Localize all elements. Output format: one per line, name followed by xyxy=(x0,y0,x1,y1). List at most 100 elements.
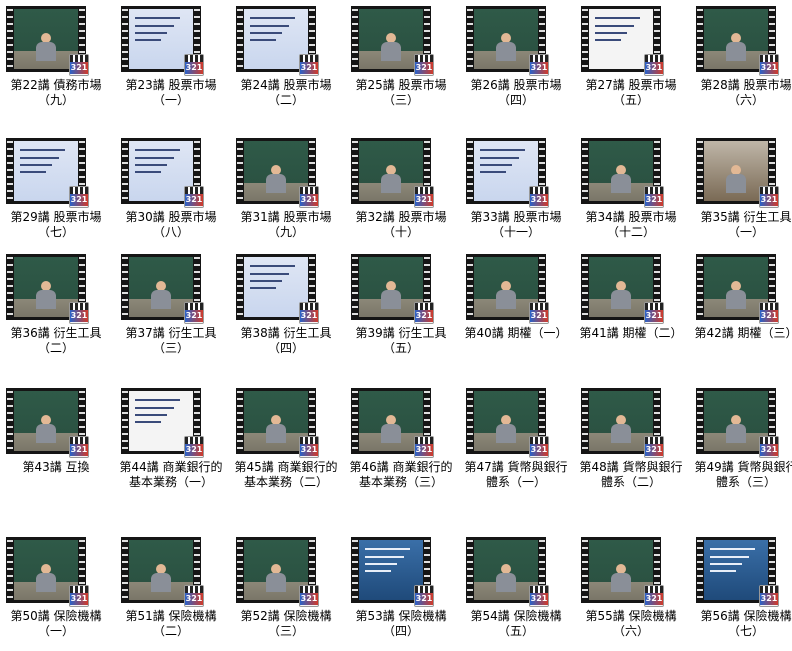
clapperboard-icon xyxy=(415,187,433,194)
lecturer-figure xyxy=(381,415,401,443)
video-thumbnail[interactable]: 321 xyxy=(466,254,549,324)
video-file-name[interactable]: 第24講 股票市場（二） xyxy=(230,78,342,108)
video-file-name[interactable]: 第39講 衍生工具（五） xyxy=(345,326,457,356)
video-thumbnail[interactable]: 321 xyxy=(6,537,89,607)
video-file-name[interactable]: 第50講 保險機構（一） xyxy=(0,609,112,639)
video-file-name[interactable]: 第36講 衍生工具（二） xyxy=(0,326,112,356)
video-thumbnail[interactable]: 321 xyxy=(121,537,204,607)
media-player-file-icon: 321 xyxy=(184,54,204,76)
video-thumbnail[interactable]: 321 xyxy=(351,254,434,324)
video-file-name[interactable]: 第51講 保險機構（二） xyxy=(115,609,227,639)
film-strip-edge xyxy=(237,254,243,320)
film-strip-edge xyxy=(352,537,358,603)
video-file-name[interactable]: 第44講 商業銀行的基本業務（一） xyxy=(115,460,227,490)
media-player-file-icon: 321 xyxy=(414,436,434,458)
video-file-name[interactable]: 第28講 股票市場（六） xyxy=(690,78,792,108)
video-file-name[interactable]: 第48講 貨幣與銀行體系（二） xyxy=(575,460,687,490)
video-thumbnail[interactable]: 321 xyxy=(696,537,779,607)
film-strip-edge xyxy=(697,537,703,603)
video-file-name[interactable]: 第29講 股票市場（七） xyxy=(0,210,112,240)
video-file-name[interactable]: 第22講 債務市場（九） xyxy=(0,78,112,108)
video-file-name[interactable]: 第41講 期權（二） xyxy=(575,326,687,341)
media-player-file-icon: 321 xyxy=(644,186,664,208)
lecturer-figure xyxy=(726,165,746,193)
clapperboard-icon xyxy=(185,303,203,310)
video-thumbnail[interactable]: 321 xyxy=(236,254,319,324)
media-player-file-icon: 321 xyxy=(759,186,779,208)
video-file-name[interactable]: 第49講 貨幣與銀行體系（三） xyxy=(690,460,792,490)
video-file-name[interactable]: 第38講 衍生工具（四） xyxy=(230,326,342,356)
video-file-name[interactable]: 第42講 期權（三） xyxy=(690,326,792,341)
video-file-name[interactable]: 第43講 互換 xyxy=(0,460,112,475)
video-file-name[interactable]: 第52講 保險機構（三） xyxy=(230,609,342,639)
slide-text-line xyxy=(20,156,59,159)
video-file-name[interactable]: 第31講 股票市場（九） xyxy=(230,210,342,240)
video-thumbnail[interactable]: 321 xyxy=(696,254,779,324)
video-thumbnail[interactable]: 321 xyxy=(581,254,664,324)
media-player-file-icon: 321 xyxy=(529,186,549,208)
clapperboard-icon xyxy=(530,437,548,444)
video-thumbnail[interactable]: 321 xyxy=(121,6,204,76)
video-thumbnail[interactable]: 321 xyxy=(121,254,204,324)
media-player-file-icon: 321 xyxy=(69,302,89,324)
logo-321-text: 321 xyxy=(300,593,318,605)
film-strip-edge xyxy=(352,6,358,72)
video-file-name[interactable]: 第23講 股票市場（一） xyxy=(115,78,227,108)
video-file-name[interactable]: 第25講 股票市場（三） xyxy=(345,78,457,108)
video-file-name[interactable]: 第45講 商業銀行的基本業務（二） xyxy=(230,460,342,490)
media-player-file-icon: 321 xyxy=(299,302,319,324)
video-thumbnail[interactable]: 321 xyxy=(236,537,319,607)
film-strip-edge xyxy=(352,254,358,320)
video-file-name[interactable]: 第30講 股票市場（八） xyxy=(115,210,227,240)
clapperboard-icon xyxy=(530,187,548,194)
video-thumbnail[interactable]: 321 xyxy=(581,138,664,208)
video-thumbnail[interactable]: 321 xyxy=(121,388,204,458)
video-file-name[interactable]: 第47講 貨幣與銀行體系（一） xyxy=(460,460,572,490)
video-thumbnail[interactable]: 321 xyxy=(236,138,319,208)
video-file-name[interactable]: 第40講 期權（一） xyxy=(460,326,572,341)
logo-321-text: 321 xyxy=(415,62,433,74)
video-thumbnail[interactable]: 321 xyxy=(466,6,549,76)
video-file-name[interactable]: 第53講 保險機構（四） xyxy=(345,609,457,639)
video-file-name[interactable]: 第27講 股票市場（五） xyxy=(575,78,687,108)
video-thumbnail[interactable]: 321 xyxy=(351,537,434,607)
video-thumbnail[interactable]: 321 xyxy=(466,138,549,208)
video-file-name[interactable]: 第54講 保險機構（五） xyxy=(460,609,572,639)
video-thumbnail[interactable]: 321 xyxy=(466,537,549,607)
video-thumbnail[interactable]: 321 xyxy=(121,138,204,208)
video-thumbnail[interactable]: 321 xyxy=(6,138,89,208)
video-file-name[interactable]: 第55講 保險機構（六） xyxy=(575,609,687,639)
film-strip-edge xyxy=(582,138,588,204)
video-thumbnail[interactable]: 321 xyxy=(351,138,434,208)
film-strip-edge xyxy=(697,138,703,204)
video-thumbnail[interactable]: 321 xyxy=(581,6,664,76)
video-thumbnail[interactable]: 321 xyxy=(351,6,434,76)
slide-text-line xyxy=(480,149,526,152)
video-thumbnail[interactable]: 321 xyxy=(351,388,434,458)
video-thumbnail[interactable]: 321 xyxy=(6,254,89,324)
video-file-name[interactable]: 第26講 股票市場（四） xyxy=(460,78,572,108)
video-file-name[interactable]: 第46講 商業銀行的基本業務（三） xyxy=(345,460,457,490)
video-file-name[interactable]: 第35講 衍生工具（一） xyxy=(690,210,792,240)
film-strip-edge xyxy=(697,388,703,454)
video-file-name[interactable]: 第34講 股票市場（十二） xyxy=(575,210,687,240)
video-thumbnail[interactable]: 321 xyxy=(696,138,779,208)
clapperboard-icon xyxy=(70,187,88,194)
video-thumbnail[interactable]: 321 xyxy=(236,388,319,458)
video-file-name[interactable]: 第56講 保險機構（七） xyxy=(690,609,792,639)
video-thumbnail[interactable]: 321 xyxy=(581,388,664,458)
video-thumbnail[interactable]: 321 xyxy=(581,537,664,607)
video-thumbnail[interactable]: 321 xyxy=(696,388,779,458)
video-thumbnail[interactable]: 321 xyxy=(6,388,89,458)
video-file-name[interactable]: 第32講 股票市場（十） xyxy=(345,210,457,240)
video-thumbnail[interactable]: 321 xyxy=(696,6,779,76)
video-thumbnail[interactable]: 321 xyxy=(466,388,549,458)
slide-text-line xyxy=(135,24,174,27)
video-file-name[interactable]: 第37講 衍生工具（三） xyxy=(115,326,227,356)
clapperboard-icon xyxy=(415,303,433,310)
video-thumbnail[interactable]: 321 xyxy=(236,6,319,76)
clapperboard-icon xyxy=(415,55,433,62)
video-file-name[interactable]: 第33講 股票市場（十一） xyxy=(460,210,572,240)
video-thumbnail[interactable]: 321 xyxy=(6,6,89,76)
logo-321-text: 321 xyxy=(530,310,548,322)
